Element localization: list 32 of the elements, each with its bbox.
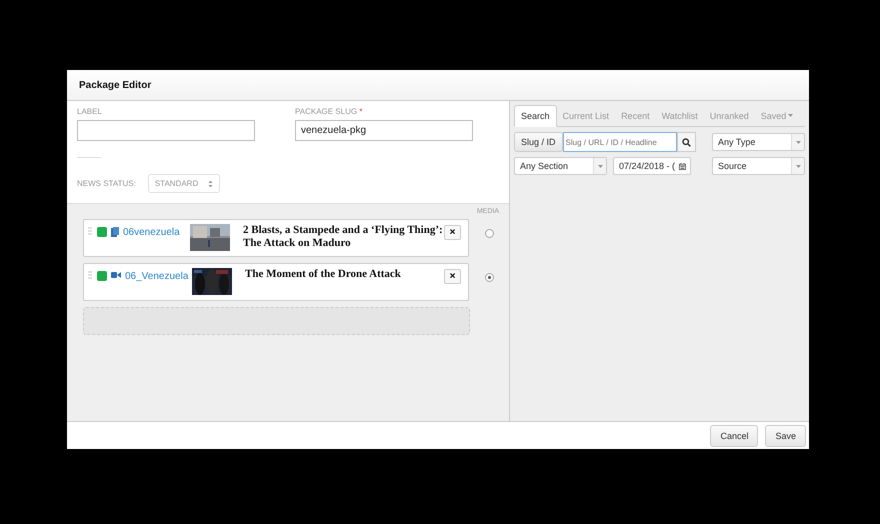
search-button[interactable] bbox=[676, 132, 696, 152]
drop-zone[interactable] bbox=[83, 307, 470, 335]
caret-icon bbox=[796, 164, 800, 168]
headline: 2 Blasts, a Stampede and a ‘Flying Thing’: The Attack on Maduro bbox=[243, 224, 444, 250]
input-field[interactable] bbox=[77, 120, 255, 141]
slug-link[interactable]: 06venezuela bbox=[123, 227, 190, 238]
footer-button[interactable]: Cancel bbox=[710, 425, 758, 447]
video-camera-icon bbox=[111, 271, 121, 279]
caret-icon bbox=[796, 140, 800, 144]
headline: The Moment of the Drone Attack bbox=[245, 268, 402, 281]
field-label: PACKAGE SLUG * bbox=[295, 107, 364, 116]
search-icon bbox=[682, 138, 691, 146]
calendar-icon bbox=[679, 162, 686, 170]
footer-button[interactable]: Save bbox=[765, 425, 806, 447]
field-label: NEWS STATUS: bbox=[77, 179, 136, 188]
input-field[interactable]: venezuela-pkg bbox=[295, 120, 473, 141]
caret-icon bbox=[598, 164, 602, 168]
remove-button[interactable]: × bbox=[444, 225, 461, 240]
media-radio[interactable] bbox=[485, 229, 494, 238]
type-select[interactable]: Any Type bbox=[712, 133, 805, 151]
field-label: LABEL bbox=[77, 107, 103, 116]
slug-link[interactable]: 06_Venezuela bbox=[125, 271, 192, 282]
media-radio[interactable] bbox=[485, 273, 494, 282]
tab[interactable]: Search bbox=[514, 105, 557, 127]
stepper-icon bbox=[208, 180, 214, 188]
remove-button[interactable]: × bbox=[444, 269, 461, 284]
date-field[interactable]: 07/24/2018 - ( bbox=[613, 157, 691, 175]
source-select[interactable]: Source bbox=[712, 157, 805, 175]
slug-button[interactable]: Slug / ID bbox=[514, 132, 563, 152]
document-icon bbox=[111, 227, 119, 237]
search-field[interactable]: Slug / URL / ID / Headline bbox=[562, 132, 677, 152]
section-select[interactable]: Any Section bbox=[514, 157, 607, 175]
